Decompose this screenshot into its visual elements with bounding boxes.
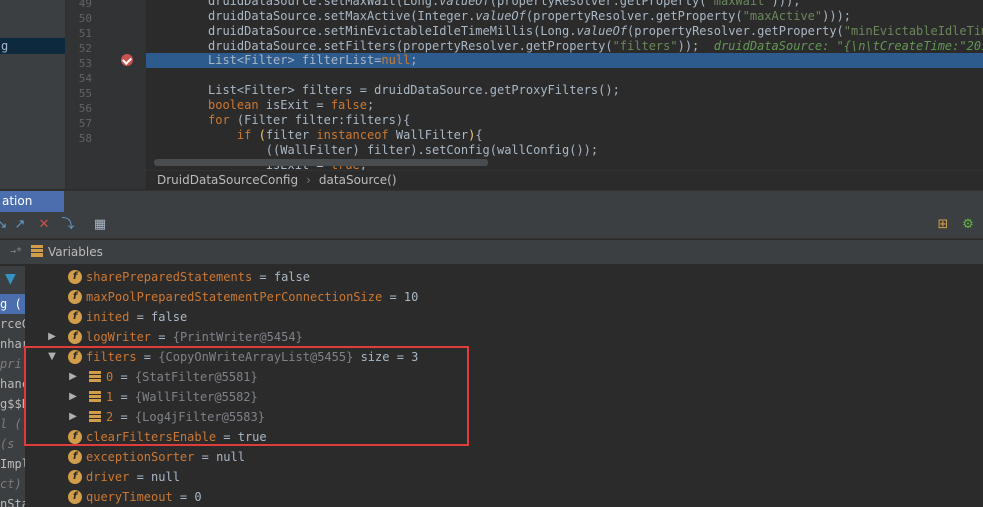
field-icon: f bbox=[68, 450, 82, 464]
code-line: druidDataSource.setMaxActive(Integer.val… bbox=[208, 9, 852, 23]
frame-item[interactable]: hance bbox=[0, 374, 25, 394]
code-line: boolean isExit = false; bbox=[208, 98, 375, 112]
run-to-cursor-icon[interactable]: ⤵ bbox=[60, 217, 76, 233]
variable-value: null bbox=[216, 450, 245, 464]
tab-debug-configuration[interactable]: ation bbox=[0, 191, 64, 212]
frame-item[interactable]: (s bbox=[0, 434, 25, 454]
line-number: 56 bbox=[78, 102, 92, 115]
variable-value: 0 bbox=[194, 490, 202, 504]
frame-item[interactable]: pri bbox=[0, 354, 25, 374]
line-number: 50 bbox=[78, 12, 92, 25]
drop-frame-icon[interactable]: ✕ bbox=[36, 217, 52, 233]
variable-row[interactable]: f sharePreparedStatements = false bbox=[26, 267, 983, 287]
code-line: druidDataSource.setFilters(propertyResol… bbox=[208, 39, 983, 53]
step-into-icon[interactable]: ↘ bbox=[0, 217, 10, 233]
variable-row[interactable]: f queryTimeout = 0 bbox=[26, 487, 983, 507]
variables-title: Variables bbox=[48, 245, 103, 259]
project-tree-strip: g bbox=[0, 0, 66, 189]
variable-name: exceptionSorter bbox=[86, 450, 195, 464]
variable-value: false bbox=[151, 310, 188, 324]
field-icon: f bbox=[68, 290, 82, 304]
debug-toolbar: ↘ ↗ ✕ ⤵ ▦ ⊞ ⚙ bbox=[0, 212, 983, 239]
variable-row[interactable]: f exceptionSorter = null bbox=[26, 447, 983, 467]
code-line: if (filter instanceof WallFilter){ bbox=[236, 128, 483, 142]
force-step-into-icon[interactable]: ↗ bbox=[12, 217, 28, 233]
project-tree-selected-item[interactable]: g bbox=[0, 38, 65, 54]
field-icon: f bbox=[68, 270, 82, 284]
variable-name: driver bbox=[86, 470, 130, 484]
variable-row[interactable]: ▶ f logWriter = {PrintWriter@5454} bbox=[26, 327, 983, 347]
code-line: druidDataSource.setMaxWait(Long.valueOf(… bbox=[208, 0, 801, 8]
variable-value: false bbox=[273, 270, 310, 284]
frame-item[interactable]: g$$E bbox=[0, 394, 25, 414]
settings-icon[interactable]: ⚙ bbox=[960, 217, 976, 233]
breakpoint-icon[interactable] bbox=[121, 54, 133, 66]
code-line: for (Filter filter:filters){ bbox=[208, 113, 411, 127]
variable-row[interactable]: f inited = false bbox=[26, 307, 983, 327]
frame-item[interactable]: l ( bbox=[0, 414, 25, 434]
code-line-current: List<Filter> filterList=null; bbox=[146, 53, 983, 68]
variable-value: {PrintWriter@5454} bbox=[172, 330, 303, 344]
line-number: 55 bbox=[78, 87, 92, 100]
variable-value: null bbox=[151, 470, 180, 484]
variable-name: logWriter bbox=[86, 330, 152, 344]
frames-panel: ▼ g ( rceC nhar pri hance g$$E l ( (s Im… bbox=[0, 266, 26, 507]
frame-item[interactable]: ct) bbox=[0, 474, 25, 494]
chevron-right-icon: › bbox=[306, 173, 311, 187]
line-number: 58 bbox=[78, 132, 92, 145]
frame-item[interactable]: g ( bbox=[0, 294, 25, 314]
variable-value: 10 bbox=[403, 290, 419, 304]
horizontal-scrollbar[interactable] bbox=[154, 159, 488, 166]
evaluate-expression-icon[interactable]: ▦ bbox=[92, 217, 108, 233]
filter-icon[interactable]: ▼ bbox=[5, 271, 16, 287]
variable-name: queryTimeout bbox=[86, 490, 173, 504]
breadcrumb-class[interactable]: DruidDataSourceConfig bbox=[157, 173, 298, 187]
restore-layout-icon[interactable]: ⊞ bbox=[935, 217, 951, 233]
breadcrumb: DruidDataSourceConfig › dataSource() bbox=[146, 170, 983, 189]
breadcrumb-method[interactable]: dataSource() bbox=[319, 173, 397, 187]
variables-list-icon bbox=[31, 245, 43, 257]
variable-row[interactable]: f maxPoolPreparedStatementPerConnectionS… bbox=[26, 287, 983, 307]
variable-name: maxPoolPreparedStatementPerConnectionSiz… bbox=[86, 290, 383, 304]
field-icon: f bbox=[68, 310, 82, 324]
code-line: List<Filter> filters = druidDataSource.g… bbox=[208, 83, 620, 97]
field-icon: f bbox=[68, 470, 82, 484]
pin-icon[interactable]: →* bbox=[10, 246, 22, 257]
line-number: 54 bbox=[78, 72, 92, 85]
line-number: 49 bbox=[78, 0, 92, 10]
frame-item[interactable]: nhar bbox=[0, 334, 25, 354]
line-number: 52 bbox=[78, 42, 92, 55]
frame-item[interactable]: Impl bbox=[0, 454, 25, 474]
code-line: druidDataSource.setMinEvictableIdleTimeM… bbox=[208, 24, 983, 38]
field-icon: f bbox=[68, 490, 82, 504]
line-number: 57 bbox=[78, 117, 92, 130]
field-icon: f bbox=[68, 330, 82, 344]
variable-row[interactable]: f driver = null bbox=[26, 467, 983, 487]
code-line: ((WallFilter) filter).setConfig(wallConf… bbox=[208, 143, 599, 157]
frame-item[interactable]: nSta bbox=[0, 494, 25, 507]
debug-tab-bar: ation bbox=[0, 190, 983, 212]
line-number: 53 bbox=[78, 57, 92, 70]
frame-item[interactable]: rceC bbox=[0, 314, 25, 334]
variable-name: inited bbox=[86, 310, 130, 324]
variables-header: →* Variables bbox=[0, 240, 983, 265]
variable-name: sharePreparedStatements bbox=[86, 270, 253, 284]
line-number: 51 bbox=[78, 27, 92, 40]
expand-arrow-icon[interactable]: ▶ bbox=[46, 327, 58, 347]
highlight-annotation-box bbox=[24, 346, 469, 446]
